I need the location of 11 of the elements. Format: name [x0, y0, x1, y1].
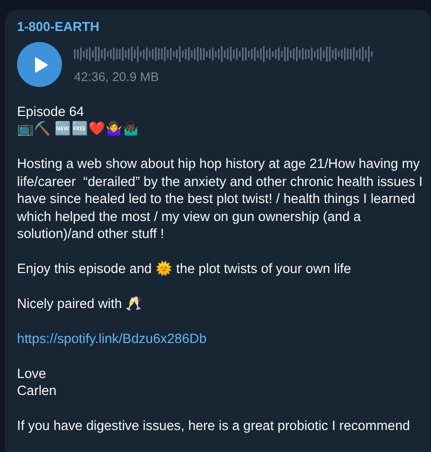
message-paragraph: If you have digestive issues, here is a great probiotic I recommend — [17, 416, 411, 434]
message-line: Carlen — [17, 382, 58, 400]
sender-name: 1-800-EARTH — [17, 19, 100, 35]
message-paragraph: Enjoy this episode and 🌞 the plot twists of your own life — [17, 260, 352, 278]
message-line: Love — [17, 364, 48, 382]
message-line: 📺⛏ 🆕🆓❤🤷‍♀🤷🏿‍♂ — [17, 120, 141, 138]
message-paragraph: Hosting a web show about hip hop history at age 21/How having my life/career “derailed” by the anxiety and other chronic health issues I have since healed led to the best plot twist! / health things I learned which helped the most / my view on gun ownership (and a solution)/and other stuff ! — [17, 155, 424, 242]
message-paragraph: Nicely paired with 🥂 — [17, 294, 144, 312]
audio-duration-size: 42:36, 20.9 MB — [74, 70, 160, 84]
spotify-link[interactable]: https://spotify.link/Bdzu6x286Db — [17, 330, 207, 348]
message-line: Episode 64 — [17, 103, 86, 120]
